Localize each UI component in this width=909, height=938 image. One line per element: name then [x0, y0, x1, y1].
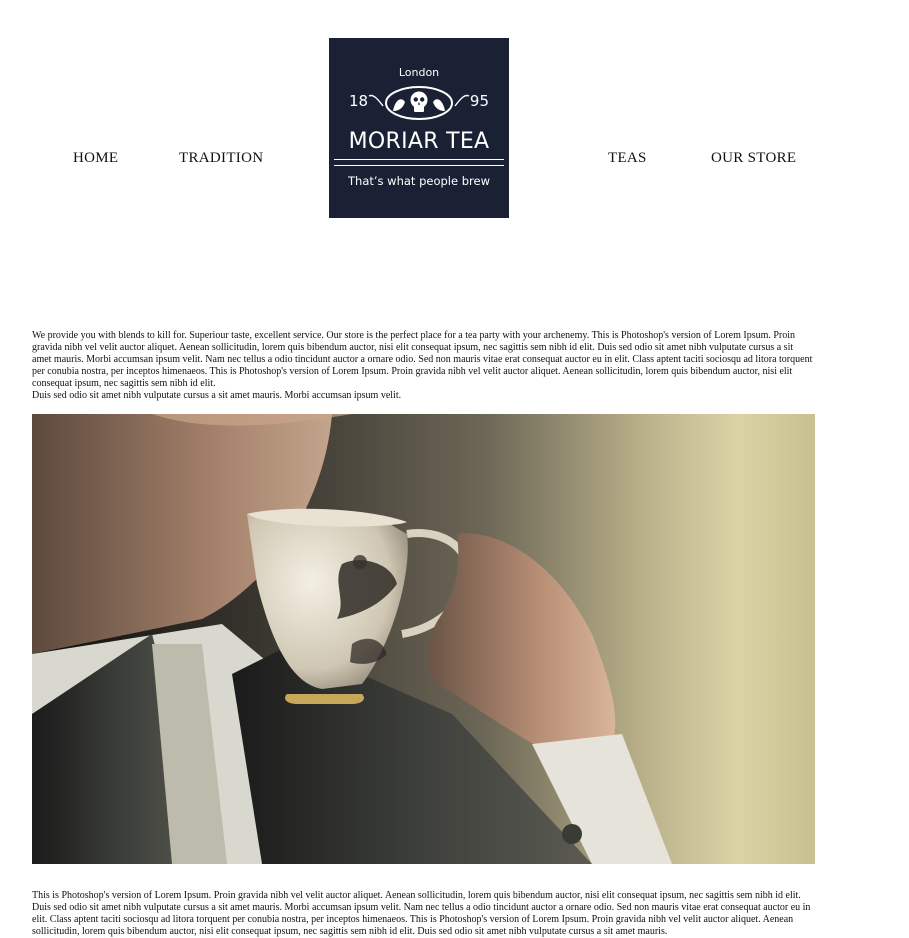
hero-photo: [32, 414, 815, 864]
logo-city: London: [398, 66, 440, 79]
logo-year-left: 18: [349, 92, 369, 110]
logo-year-right: 95: [469, 92, 489, 110]
man-drinking-tea-image: [32, 414, 672, 864]
skull-emblem-icon: [368, 86, 470, 120]
brand-logo[interactable]: London 18 95 MORIAR TEA That’s what peop…: [329, 38, 509, 218]
intro-paragraph: We provide you with blends to kill for. …: [32, 330, 814, 402]
logo-brand-name: MORIAR TEA: [348, 129, 490, 154]
intro-text-continued: Duis sed odio sit amet nibh vulputate cu…: [32, 390, 402, 401]
nav-teas-link[interactable]: TEAS: [608, 150, 647, 167]
nav-home-link[interactable]: HOME: [73, 150, 118, 167]
logo-divider: [334, 159, 504, 166]
nav-tradition-link[interactable]: TRADITION: [179, 150, 263, 167]
nav-our-store-link[interactable]: OUR STORE: [711, 150, 796, 167]
intro-text: We provide you with blends to kill for. …: [32, 330, 813, 389]
logo-tagline: That’s what people brew: [348, 174, 490, 188]
bottom-paragraph: This is Photoshop's version of Lorem Ips…: [32, 890, 814, 938]
